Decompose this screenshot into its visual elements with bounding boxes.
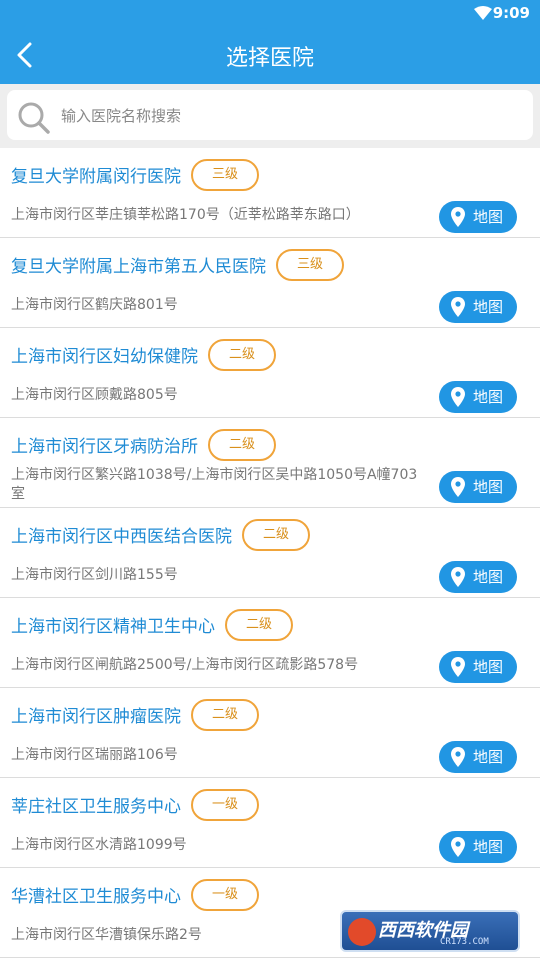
map-button[interactable]: 地图 bbox=[439, 291, 517, 323]
map-button-label: 地图 bbox=[473, 838, 504, 856]
level-badge: 二级 bbox=[242, 519, 310, 551]
level-badge: 二级 bbox=[208, 429, 276, 461]
hospital-address: 上海市闵行区闸航路2500号/上海市闵行区疏影路578号 bbox=[11, 657, 359, 673]
hospital-name: 上海市闵行区精神卫生中心 bbox=[11, 617, 215, 637]
map-button[interactable]: 地图 bbox=[439, 561, 517, 593]
hospital-name: 华漕社区卫生服务中心 bbox=[11, 887, 181, 907]
search-bar bbox=[0, 84, 540, 148]
level-badge: 三级 bbox=[276, 249, 344, 281]
search-input[interactable] bbox=[59, 98, 523, 134]
map-pin-icon bbox=[451, 207, 465, 227]
list-item[interactable]: 上海市闵行区肿瘤医院 二级 上海市闵行区瑞丽路106号 地图 bbox=[0, 688, 540, 778]
list-item[interactable]: 上海市闵行区中西医结合医院 二级 上海市闵行区剑川路155号 地图 bbox=[0, 508, 540, 598]
hospital-address: 上海市闵行区繁兴路1038号/上海市闵行区吴中路1050号A幢703室 bbox=[11, 467, 418, 502]
hospital-name: 莘庄社区卫生服务中心 bbox=[11, 797, 181, 817]
level-badge: 二级 bbox=[225, 609, 293, 641]
map-button[interactable]: 地图 bbox=[439, 471, 517, 503]
status-time: 9:09 bbox=[492, 4, 530, 22]
hospital-name: 上海市闵行区妇幼保健院 bbox=[11, 347, 198, 367]
hospital-name: 复旦大学附属闵行医院 bbox=[11, 167, 181, 187]
map-button-label: 地图 bbox=[473, 208, 504, 226]
level-badge: 二级 bbox=[208, 339, 276, 371]
level-badge: 二级 bbox=[191, 699, 259, 731]
hospital-name: 上海市闵行区肿瘤医院 bbox=[11, 707, 181, 727]
level-badge: 一级 bbox=[191, 879, 259, 911]
level-badge: 一级 bbox=[191, 789, 259, 821]
watermark-logo: 西西软件园 CR173.COM bbox=[340, 910, 520, 952]
list-item[interactable]: 复旦大学附属上海市第五人民医院 三级 上海市闵行区鹤庆路801号 地图 bbox=[0, 238, 540, 328]
watermark-subtext: CR173.COM bbox=[440, 937, 489, 947]
map-button-label: 地图 bbox=[473, 748, 504, 766]
hospital-address: 上海市闵行区剑川路155号 bbox=[11, 567, 178, 583]
list-item[interactable]: 莘庄社区卫生服务中心 一级 上海市闵行区水清路1099号 地图 bbox=[0, 778, 540, 868]
map-button-label: 地图 bbox=[473, 388, 504, 406]
map-button-label: 地图 bbox=[473, 568, 504, 586]
map-button-label: 地图 bbox=[473, 298, 504, 316]
map-pin-icon bbox=[451, 477, 465, 497]
map-pin-icon bbox=[451, 297, 465, 317]
hospital-address: 上海市闵行区鹤庆路801号 bbox=[11, 297, 178, 313]
list-item[interactable]: 上海市闵行区牙病防治所 二级 上海市闵行区繁兴路1038号/上海市闵行区吴中路10… bbox=[0, 418, 540, 508]
map-button-label: 地图 bbox=[473, 478, 504, 496]
map-button-label: 地图 bbox=[473, 658, 504, 676]
map-button[interactable]: 地图 bbox=[439, 201, 517, 233]
hospital-name: 上海市闵行区牙病防治所 bbox=[11, 437, 198, 457]
page-title: 选择医院 bbox=[225, 46, 314, 71]
list-item[interactable]: 上海市闵行区精神卫生中心 二级 上海市闵行区闸航路2500号/上海市闵行区疏影路5… bbox=[0, 598, 540, 688]
hospital-address: 上海市闵行区水清路1099号 bbox=[11, 837, 187, 853]
map-button[interactable]: 地图 bbox=[439, 651, 517, 683]
map-button[interactable]: 地图 bbox=[439, 381, 517, 413]
hospital-list: 复旦大学附属闵行医院 三级 上海市闵行区莘庄镇莘松路170号（近莘松路莘东路口） … bbox=[0, 148, 540, 958]
hospital-address: 上海市闵行区莘庄镇莘松路170号（近莘松路莘东路口） bbox=[11, 207, 360, 223]
search-icon bbox=[18, 102, 50, 134]
map-pin-icon bbox=[451, 747, 465, 767]
level-badge: 三级 bbox=[191, 159, 259, 191]
map-button[interactable]: 地图 bbox=[439, 741, 517, 773]
hospital-name: 上海市闵行区中西医结合医院 bbox=[11, 527, 232, 547]
map-pin-icon bbox=[451, 567, 465, 587]
map-button[interactable]: 地图 bbox=[439, 831, 517, 863]
map-pin-icon bbox=[451, 657, 465, 677]
map-pin-icon bbox=[451, 837, 465, 857]
hospital-name: 复旦大学附属上海市第五人民医院 bbox=[11, 257, 266, 277]
list-item[interactable]: 复旦大学附属闵行医院 三级 上海市闵行区莘庄镇莘松路170号（近莘松路莘东路口） … bbox=[0, 148, 540, 238]
hospital-address: 上海市闵行区顾戴路805号 bbox=[11, 387, 178, 403]
status-bar: 9:09 bbox=[0, 0, 540, 26]
watermark-icon bbox=[348, 918, 376, 946]
map-pin-icon bbox=[451, 387, 465, 407]
hospital-address: 上海市闵行区瑞丽路106号 bbox=[11, 747, 178, 763]
app-bar: 选择医院 bbox=[0, 26, 540, 84]
search-box[interactable] bbox=[7, 90, 533, 140]
list-item[interactable]: 上海市闵行区妇幼保健院 二级 上海市闵行区顾戴路805号 地图 bbox=[0, 328, 540, 418]
wifi-icon bbox=[474, 6, 492, 20]
